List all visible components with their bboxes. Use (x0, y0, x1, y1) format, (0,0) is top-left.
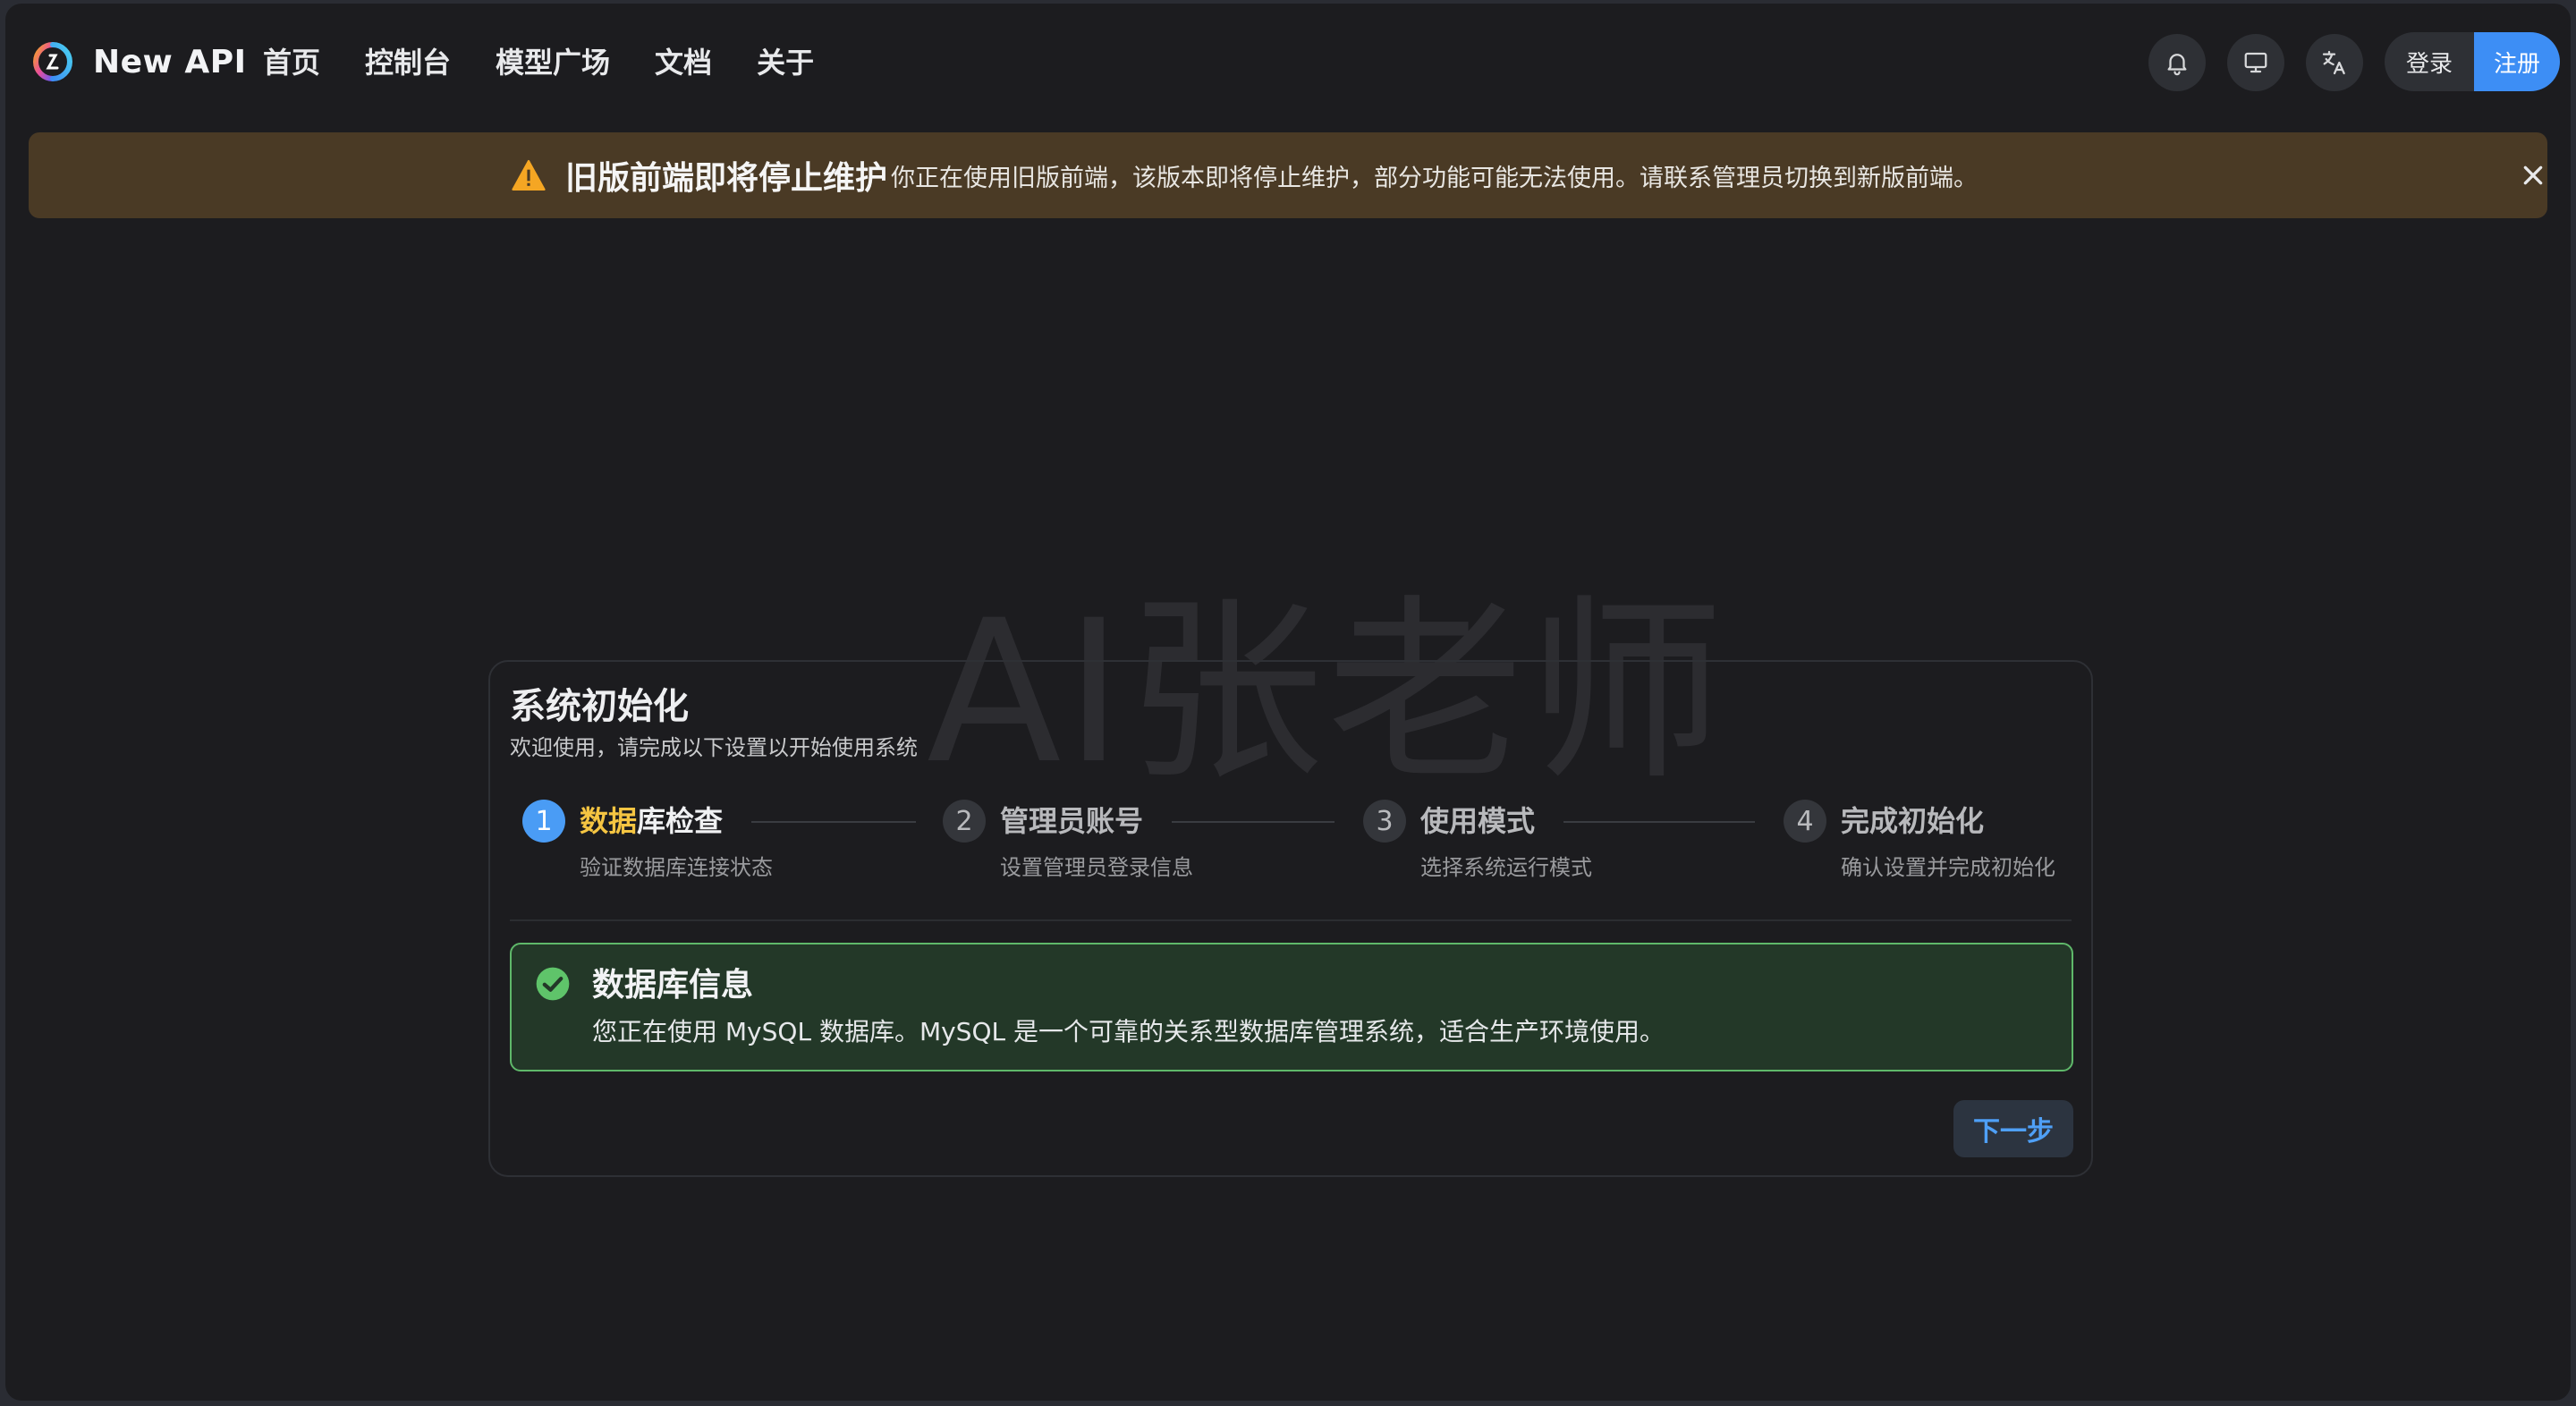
alert-text: 您正在使用 MySQL 数据库。MySQL 是一个可靠的关系型数据库管理系统，适… (592, 1017, 1665, 1046)
step-connector (1172, 821, 1335, 823)
step-title: 管理员账号 (1000, 804, 1144, 838)
top-navbar: New API 首页 控制台 模型广场 文档 关于 登录 注册 (5, 4, 2571, 122)
step-number: 4 (1784, 800, 1826, 843)
nav-about[interactable]: 关于 (757, 45, 814, 80)
monitor-icon (2244, 52, 2267, 73)
database-info-alert: 数据库信息 您正在使用 MySQL 数据库。MySQL 是一个可靠的关系型数据库… (510, 943, 2073, 1071)
step-title-rest: 库检查 (637, 804, 724, 838)
step-title-highlight: 数据 (580, 804, 638, 838)
theme-toggle-button[interactable] (2227, 34, 2284, 91)
step-desc: 选择系统运行模式 (1420, 855, 1592, 880)
card-subtitle: 欢迎使用，请完成以下设置以开始使用系统 (510, 735, 918, 760)
step-connector (1563, 821, 1755, 823)
step-number: 2 (943, 800, 986, 843)
warning-icon (512, 159, 546, 191)
nav-home[interactable]: 首页 (263, 45, 320, 80)
register-button[interactable]: 注册 (2474, 32, 2560, 91)
system-init-card: 系统初始化 欢迎使用，请完成以下设置以开始使用系统 1 数据库检查 验证数据库连… (488, 660, 2093, 1177)
legacy-frontend-banner: 旧版前端即将停止维护 你正在使用旧版前端，该版本即将停止维护，部分功能可能无法使… (29, 132, 2547, 218)
banner-text: 你正在使用旧版前端，该版本即将停止维护，部分功能可能无法使用。请联系管理员切换到… (891, 164, 1979, 192)
card-title: 系统初始化 (510, 686, 689, 727)
card-divider (510, 919, 2072, 921)
step-title: 完成初始化 (1841, 804, 1985, 838)
next-step-button[interactable]: 下一步 (1953, 1100, 2073, 1157)
step-connector (751, 821, 916, 823)
close-icon (2523, 165, 2543, 185)
language-button[interactable] (2306, 34, 2363, 91)
check-circle-icon (536, 967, 570, 1001)
step-title: 使用模式 (1420, 804, 1536, 838)
step-desc: 确认设置并完成初始化 (1841, 855, 2055, 880)
nav-console[interactable]: 控制台 (365, 45, 451, 80)
step-desc: 设置管理员登录信息 (1000, 855, 1193, 880)
step-number: 1 (522, 800, 565, 843)
banner-close-button[interactable] (2513, 156, 2553, 195)
step-number: 3 (1363, 800, 1406, 843)
bell-icon (2167, 54, 2187, 76)
new-api-logo-icon[interactable] (32, 41, 73, 82)
step-title: 数据库检查 (580, 803, 723, 839)
nav-docs[interactable]: 文档 (655, 45, 712, 80)
nav-model-square[interactable]: 模型广场 (496, 45, 610, 80)
translate-icon (2322, 50, 2345, 75)
notifications-button[interactable] (2148, 34, 2206, 91)
banner-content: 旧版前端即将停止维护 你正在使用旧版前端，该版本即将停止维护，部分功能可能无法使… (512, 132, 1978, 218)
login-button[interactable]: 登录 (2385, 32, 2474, 91)
step-desc: 验证数据库连接状态 (580, 855, 773, 880)
auth-buttons: 登录 注册 (2385, 32, 2560, 91)
brand-name[interactable]: New API (93, 45, 246, 80)
main-nav: 首页 控制台 模型广场 文档 关于 (263, 45, 859, 80)
alert-title: 数据库信息 (592, 967, 754, 1004)
app-window: New API 首页 控制台 模型广场 文档 关于 登录 注册 旧版前端即将停止… (5, 4, 2571, 1401)
setup-steps: 1 数据库检查 验证数据库连接状态 2 管理员账号 设置管理员登录信息 3 使用… (522, 800, 2079, 889)
banner-title: 旧版前端即将停止维护 (565, 160, 888, 197)
